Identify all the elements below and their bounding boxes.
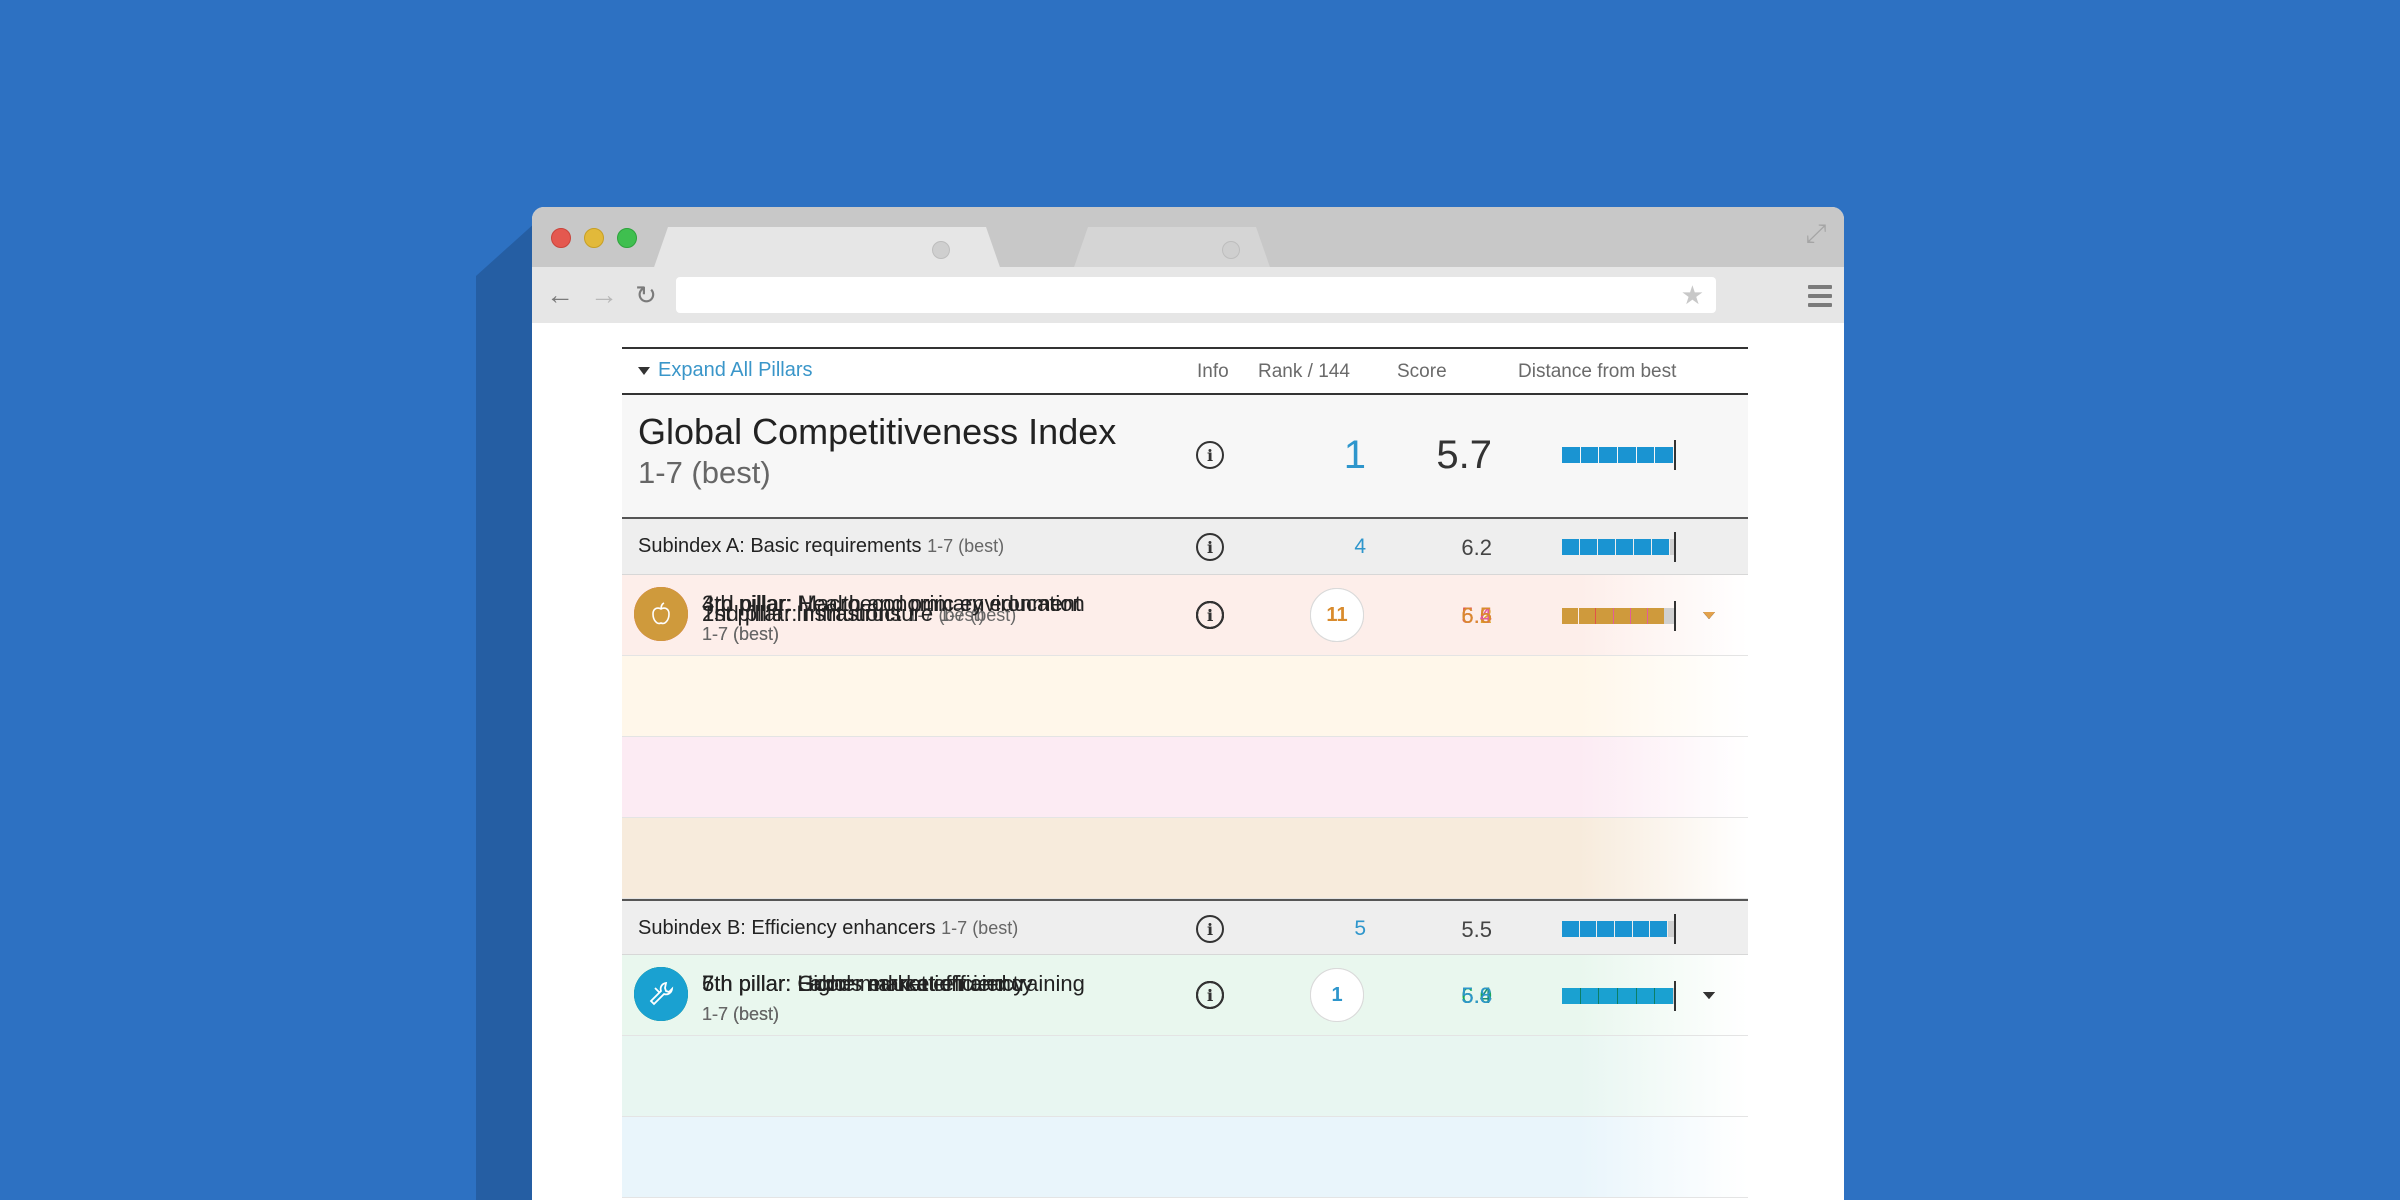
bar-remaining [1665, 608, 1674, 624]
bar-segment [1634, 539, 1651, 555]
zoom-window-button[interactable] [617, 228, 637, 248]
subindex-a-rank: 4 [1354, 535, 1366, 558]
info-icon[interactable]: i [1196, 441, 1224, 469]
bar-segment [1652, 539, 1669, 555]
bar-segment [1647, 608, 1665, 624]
bar-segment [1636, 988, 1655, 1004]
bar-segment [1615, 921, 1632, 937]
gci-distance-bar [1562, 440, 1676, 470]
pillar-row[interactable]: 6th pillar: Goods market efficiency 1-7 (… [622, 967, 1748, 1117]
best-marker [1674, 601, 1676, 631]
bar-segment [1598, 539, 1615, 555]
column-header-score: Score [1397, 361, 1447, 382]
bar-segment [1562, 921, 1579, 937]
tab-close-icon[interactable] [1222, 241, 1240, 259]
best-marker [1674, 981, 1676, 1011]
bar-segment [1562, 539, 1579, 555]
menu-icon[interactable] [1808, 285, 1832, 307]
close-window-button[interactable] [551, 228, 571, 248]
bar-segment [1579, 921, 1597, 937]
bar-segment [1630, 608, 1647, 624]
minimize-window-button[interactable] [584, 228, 604, 248]
bar-segment [1562, 608, 1579, 624]
caret-down-icon [638, 366, 650, 375]
pillar-label: 4th pillar: Health and primary education… [702, 591, 1085, 644]
bar-segment [1580, 988, 1599, 1004]
gci-rank: 1 [1343, 433, 1366, 477]
back-icon[interactable]: ← [544, 279, 576, 311]
best-marker [1674, 914, 1676, 944]
info-icon[interactable]: i [1196, 601, 1224, 629]
window-shadow [476, 222, 536, 1200]
bar-segment [1599, 447, 1618, 463]
column-header-rank: Rank / 144 [1258, 361, 1350, 382]
subindex-a-score: 6.2 [1461, 535, 1492, 560]
column-header-info: Info [1197, 361, 1229, 382]
bar-segment [1636, 447, 1655, 463]
subindex-b-label: Subindex B: Efficiency enhancers 1-7 (be… [638, 917, 1019, 939]
bar-segment [1618, 447, 1636, 463]
subindex-a-row: Subindex A: Basic requirements 1-7 (best… [622, 519, 1748, 575]
expand-pillar-caret-icon[interactable] [1703, 612, 1715, 619]
pillar-distance-bar [1562, 981, 1676, 1011]
info-icon[interactable]: i [1196, 533, 1224, 561]
pillar-score: 6.5 [1461, 603, 1492, 628]
expand-pillar-caret-icon[interactable] [1703, 992, 1715, 999]
subindex-b-distance-bar [1562, 914, 1676, 944]
gci-row: Global Competitiveness Index 1-7 (best) … [622, 395, 1748, 519]
wrench-icon [634, 967, 688, 1021]
pillar-row[interactable]: 2nd pillar: Infrastructure 1-7 (best) i … [622, 587, 1748, 737]
browser-toolbar: ← → ↻ ★ [532, 267, 1844, 323]
subindex-b-row: Subindex B: Efficiency enhancers 1-7 (be… [622, 899, 1748, 955]
pillar-row[interactable]: 4th pillar: Health and primary education… [622, 587, 1748, 899]
best-marker [1674, 532, 1676, 562]
table-header: Expand All Pillars Info Rank / 144 Score… [622, 347, 1748, 395]
forward-icon[interactable]: → [588, 279, 620, 311]
gci-title: Global Competitiveness Index [638, 411, 1117, 452]
bar-segment [1599, 988, 1618, 1004]
expand-all-pillars-link[interactable]: Expand All Pillars [638, 359, 813, 382]
fullscreen-icon[interactable]: ⤢ [1802, 219, 1830, 247]
best-marker [1674, 440, 1676, 470]
bar-segment [1562, 447, 1580, 463]
bar-segment [1597, 921, 1615, 937]
bookmark-star-icon[interactable]: ★ [1681, 281, 1704, 309]
pillar-score: 5.8 [1461, 983, 1492, 1008]
pillar-row[interactable]: 7th pillar: Labor market efficiency 1-7 (… [622, 967, 1748, 1198]
tab-strip: ⤢ [532, 207, 1844, 267]
competitiveness-table: Expand All Pillars Info Rank / 144 Score… [622, 347, 1748, 1198]
bar-segment [1632, 921, 1650, 937]
apple-icon [634, 587, 688, 641]
info-icon[interactable]: i [1196, 981, 1224, 1009]
gci-score: 5.7 [1436, 433, 1492, 477]
reload-icon[interactable]: ↻ [630, 279, 662, 311]
subindex-a-distance-bar [1562, 532, 1676, 562]
bar-segment [1655, 988, 1674, 1004]
pillar-label: 7th pillar: Labor market efficiency 1-7 (… [702, 971, 1025, 1024]
pillar-distance-bar [1562, 601, 1676, 631]
pillar-rank: 1 [1310, 968, 1364, 1022]
bar-segment [1650, 921, 1668, 937]
subindex-b-score: 5.5 [1461, 917, 1492, 942]
column-header-distance: Distance from best [1518, 361, 1677, 382]
address-bar[interactable]: ★ [676, 277, 1716, 313]
page-content: Expand All Pillars Info Rank / 144 Score… [532, 323, 1844, 1200]
bar-segment [1562, 988, 1580, 1004]
tab-close-icon[interactable] [932, 241, 950, 259]
bar-segment [1580, 539, 1597, 555]
gci-scale: 1-7 (best) [638, 455, 771, 490]
bar-segment [1596, 608, 1613, 624]
subindex-a-label: Subindex A: Basic requirements 1-7 (best… [638, 535, 1005, 557]
bar-segment [1580, 447, 1599, 463]
pillar-row[interactable]: 3rd pillar: Macroeconomic environment 1-7… [622, 587, 1748, 818]
subindex-b-rank: 5 [1354, 917, 1366, 940]
info-icon[interactable]: i [1196, 915, 1224, 943]
pillar-rank: 11 [1310, 588, 1364, 642]
bar-segment [1579, 608, 1596, 624]
bar-segment [1655, 447, 1674, 463]
bar-segment [1618, 988, 1636, 1004]
browser-window: ⤢ ← → ↻ ★ Expand All Pillars Info Rank /… [532, 207, 1844, 1200]
bar-segment [1616, 539, 1633, 555]
bar-segment [1613, 608, 1630, 624]
